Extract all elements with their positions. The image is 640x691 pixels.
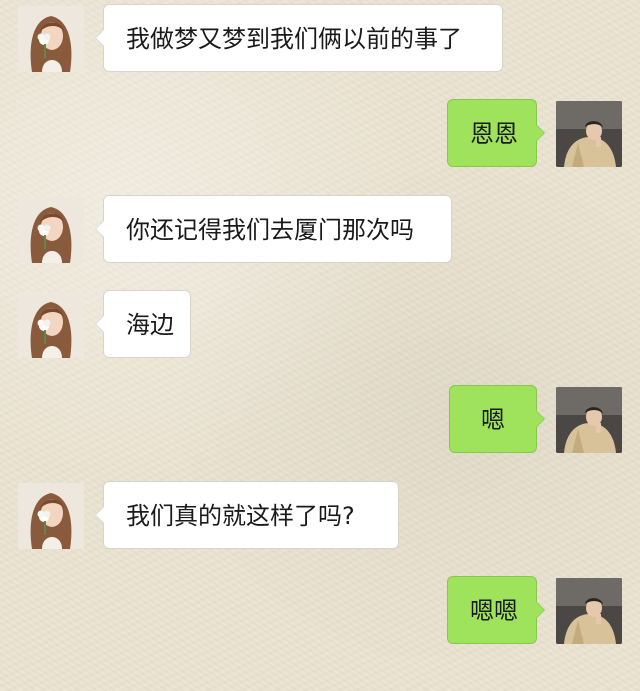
outgoing-message-bubble[interactable]: 恩恩 (447, 99, 545, 167)
message-row: 海边 (0, 290, 640, 360)
outgoing-message-bubble[interactable]: 嗯嗯 (447, 576, 545, 644)
message-row: 我做梦又梦到我们俩以前的事了 (0, 4, 640, 74)
contact-avatar[interactable] (18, 6, 84, 72)
incoming-message-bubble[interactable]: 海边 (95, 290, 191, 358)
incoming-message-bubble[interactable]: 我们真的就这样了吗? (95, 481, 399, 549)
girl-with-flower-avatar-icon (18, 292, 84, 358)
message-row: 恩恩 (0, 99, 640, 169)
message-row: 嗯嗯 (0, 576, 640, 646)
chat-area[interactable]: 我做梦又梦到我们俩以前的事了 恩恩 你还记得我们去厦门那次吗 海边 嗯 我们真的… (0, 0, 640, 691)
self-avatar[interactable] (556, 578, 622, 644)
message-row: 嗯 (0, 385, 640, 455)
contact-avatar[interactable] (18, 483, 84, 549)
contact-avatar[interactable] (18, 197, 84, 263)
self-avatar[interactable] (556, 387, 622, 453)
contact-avatar[interactable] (18, 292, 84, 358)
girl-with-flower-avatar-icon (18, 483, 84, 549)
incoming-message-bubble[interactable]: 你还记得我们去厦门那次吗 (95, 195, 452, 263)
boy-avatar-icon (556, 578, 622, 644)
outgoing-message-bubble[interactable]: 嗯 (449, 385, 545, 453)
girl-with-flower-avatar-icon (18, 197, 84, 263)
self-avatar[interactable] (556, 101, 622, 167)
incoming-message-bubble[interactable]: 我做梦又梦到我们俩以前的事了 (95, 4, 503, 72)
message-row: 我们真的就这样了吗? (0, 481, 640, 551)
boy-avatar-icon (556, 387, 622, 453)
message-row: 你还记得我们去厦门那次吗 (0, 195, 640, 265)
boy-avatar-icon (556, 101, 622, 167)
girl-with-flower-avatar-icon (18, 6, 84, 72)
